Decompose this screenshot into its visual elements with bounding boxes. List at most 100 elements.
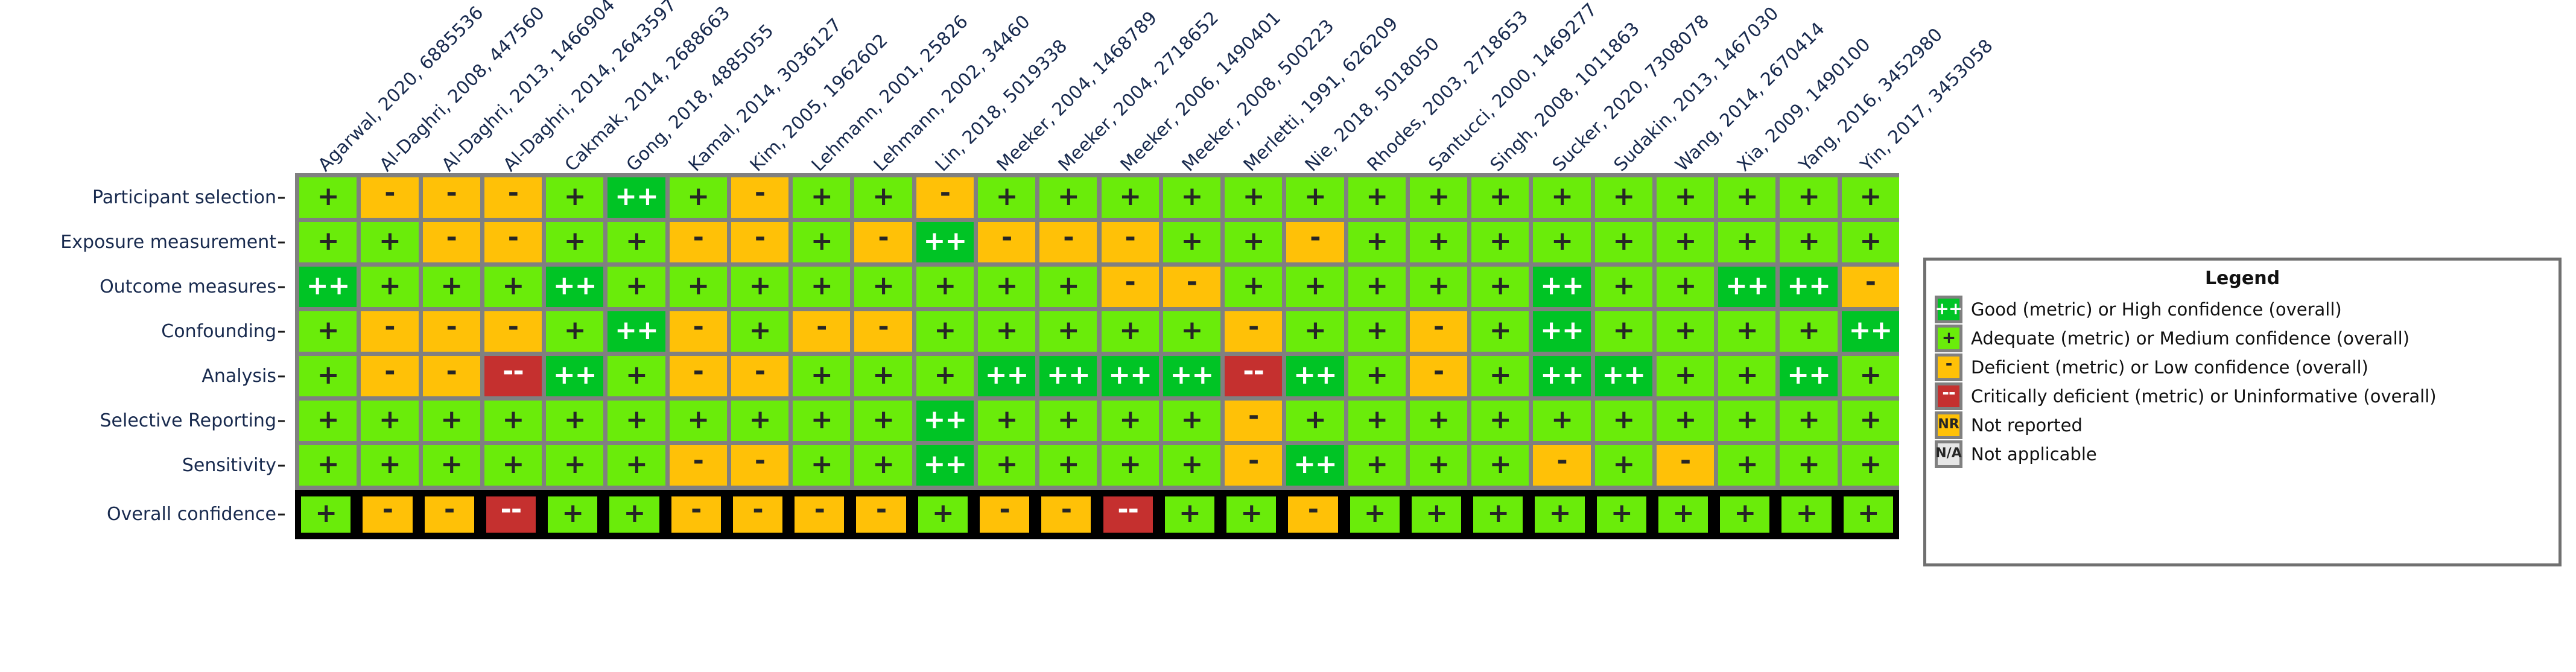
heatmap-cell[interactable]: ++ [1286, 356, 1344, 396]
heatmap-cell[interactable]: + [299, 222, 357, 262]
overall-confidence-cell[interactable]: + [1720, 496, 1770, 533]
heatmap-cell[interactable]: + [546, 177, 604, 218]
heatmap-cell[interactable]: ++ [1841, 311, 1899, 352]
overall-confidence-cell[interactable]: + [548, 496, 598, 533]
overall-confidence-cell[interactable]: - [671, 496, 721, 533]
heatmap-cell[interactable]: ++ [1286, 445, 1344, 486]
heatmap-cell[interactable]: + [1225, 267, 1283, 307]
heatmap-cell[interactable]: - [1039, 222, 1097, 262]
heatmap-cell[interactable]: ++ [916, 401, 974, 441]
heatmap-cell[interactable]: - [854, 311, 912, 352]
heatmap-cell[interactable]: + [1780, 401, 1838, 441]
heatmap-cell[interactable]: + [793, 401, 851, 441]
heatmap-cell[interactable]: + [1841, 356, 1899, 396]
heatmap-cell[interactable]: + [1039, 401, 1097, 441]
heatmap-cell[interactable]: ++ [1718, 267, 1776, 307]
heatmap-cell[interactable]: + [1163, 445, 1221, 486]
heatmap-cell[interactable]: + [299, 311, 357, 352]
heatmap-cell[interactable]: + [1409, 445, 1468, 486]
heatmap-cell[interactable]: - [669, 445, 727, 486]
heatmap-cell[interactable]: + [1286, 311, 1344, 352]
heatmap-cell[interactable]: + [1348, 356, 1406, 396]
heatmap-cell[interactable]: + [1594, 267, 1652, 307]
heatmap-cell[interactable]: - [1225, 401, 1283, 441]
heatmap-cell[interactable]: - [669, 311, 727, 352]
heatmap-cell[interactable]: - [1656, 445, 1715, 486]
heatmap-cell[interactable]: - [361, 356, 419, 396]
heatmap-cell[interactable]: + [299, 401, 357, 441]
heatmap-cell[interactable]: + [854, 445, 912, 486]
overall-confidence-cell[interactable]: + [1658, 496, 1708, 533]
heatmap-cell[interactable]: -- [484, 356, 542, 396]
overall-confidence-cell[interactable]: + [1596, 496, 1646, 533]
heatmap-cell[interactable]: + [1225, 177, 1283, 218]
overall-confidence-cell[interactable]: - [1041, 496, 1091, 533]
heatmap-cell[interactable]: ++ [299, 267, 357, 307]
heatmap-cell[interactable]: + [1409, 222, 1468, 262]
heatmap-cell[interactable]: + [1780, 177, 1838, 218]
heatmap-cell[interactable]: - [1225, 445, 1283, 486]
heatmap-cell[interactable]: + [1780, 311, 1838, 352]
heatmap-cell[interactable]: + [1471, 445, 1529, 486]
heatmap-cell[interactable]: + [1039, 311, 1097, 352]
heatmap-cell[interactable]: - [1163, 267, 1221, 307]
heatmap-cell[interactable]: + [1841, 401, 1899, 441]
heatmap-cell[interactable]: + [361, 222, 419, 262]
heatmap-cell[interactable]: ++ [916, 222, 974, 262]
heatmap-cell[interactable]: + [1163, 222, 1221, 262]
heatmap-cell[interactable]: + [669, 177, 727, 218]
heatmap-cell[interactable]: + [299, 356, 357, 396]
heatmap-cell[interactable]: + [1348, 401, 1406, 441]
heatmap-cell[interactable]: + [1039, 177, 1097, 218]
heatmap-cell[interactable]: - [793, 311, 851, 352]
overall-confidence-cell[interactable]: - [979, 496, 1030, 533]
heatmap-cell[interactable]: ++ [1594, 356, 1652, 396]
heatmap-cell[interactable]: + [484, 267, 542, 307]
heatmap-cell[interactable]: + [1101, 445, 1159, 486]
heatmap-cell[interactable]: + [1780, 222, 1838, 262]
heatmap-cell[interactable]: - [731, 177, 789, 218]
heatmap-cell[interactable]: + [854, 177, 912, 218]
heatmap-cell[interactable]: - [361, 311, 419, 352]
heatmap-cell[interactable]: + [1101, 177, 1159, 218]
heatmap-cell[interactable]: + [1471, 401, 1529, 441]
heatmap-cell[interactable]: + [1471, 222, 1529, 262]
heatmap-cell[interactable]: + [1718, 356, 1776, 396]
heatmap-cell[interactable]: + [731, 311, 789, 352]
heatmap-cell[interactable]: + [916, 311, 974, 352]
heatmap-cell[interactable]: + [1656, 267, 1715, 307]
heatmap-cell[interactable]: ++ [1533, 356, 1591, 396]
heatmap-cell[interactable]: - [731, 356, 789, 396]
heatmap-cell[interactable]: + [1348, 267, 1406, 307]
heatmap-cell[interactable]: + [1533, 177, 1591, 218]
heatmap-cell[interactable]: + [1286, 401, 1344, 441]
heatmap-cell[interactable]: + [1533, 222, 1591, 262]
heatmap-cell[interactable]: + [1348, 311, 1406, 352]
heatmap-cell[interactable]: + [1039, 445, 1097, 486]
heatmap-cell[interactable]: + [916, 267, 974, 307]
heatmap-cell[interactable]: - [916, 177, 974, 218]
heatmap-cell[interactable]: + [1841, 445, 1899, 486]
heatmap-cell[interactable]: + [1286, 267, 1344, 307]
heatmap-cell[interactable]: + [1471, 267, 1529, 307]
heatmap-cell[interactable]: + [1163, 311, 1221, 352]
heatmap-cell[interactable]: + [546, 222, 604, 262]
heatmap-cell[interactable]: + [1348, 222, 1406, 262]
heatmap-cell[interactable]: - [484, 177, 542, 218]
heatmap-cell[interactable]: + [1656, 311, 1715, 352]
heatmap-cell[interactable]: + [1471, 356, 1529, 396]
overall-confidence-cell[interactable]: - [363, 496, 413, 533]
heatmap-cell[interactable]: + [361, 401, 419, 441]
overall-confidence-cell[interactable]: + [1164, 496, 1215, 533]
heatmap-cell[interactable]: - [361, 177, 419, 218]
heatmap-cell[interactable]: + [1039, 267, 1097, 307]
heatmap-cell[interactable]: + [793, 267, 851, 307]
heatmap-cell[interactable]: ++ [916, 445, 974, 486]
overall-confidence-cell[interactable]: - [856, 496, 906, 533]
heatmap-cell[interactable]: - [1533, 445, 1591, 486]
heatmap-cell[interactable]: + [608, 356, 665, 396]
heatmap-cell[interactable]: - [1101, 222, 1159, 262]
overall-confidence-cell[interactable]: - [795, 496, 845, 533]
heatmap-cell[interactable]: + [1286, 177, 1344, 218]
heatmap-cell[interactable]: ++ [977, 356, 1036, 396]
